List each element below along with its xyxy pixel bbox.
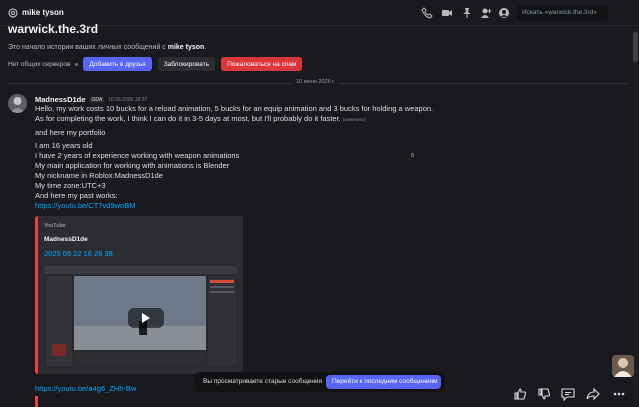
dm-title: mike tyson <box>22 8 64 17</box>
message-timestamp: 10.06.2026 18:37 <box>108 96 148 103</box>
intro-prefix: Это начало истории ваших личных сообщени… <box>8 44 168 51</box>
dislike-icon[interactable] <box>537 387 551 401</box>
intro-suffix: . <box>204 44 207 51</box>
phone-icon[interactable] <box>421 7 433 19</box>
like-icon[interactable] <box>513 387 527 401</box>
date-divider-label: 10 июня 2026 г. <box>292 79 340 85</box>
share-icon[interactable] <box>586 387 600 401</box>
more-icon[interactable] <box>612 387 626 401</box>
scrollbar-thumb[interactable] <box>633 32 638 62</box>
add-friend-button[interactable]: Добавить в друзья <box>83 57 152 71</box>
intro-actions: Нет общих серверов Добавить в друзья Заб… <box>8 57 308 71</box>
pin-icon[interactable] <box>461 7 473 19</box>
old-messages-text: Вы просматриваете старые сообщения <box>203 378 323 385</box>
message-line: I am 16 years old <box>35 141 93 150</box>
edited-label: (изменено) <box>342 117 366 122</box>
user-image-icon <box>612 355 634 377</box>
embed-author[interactable]: MadnessD1de <box>44 236 88 243</box>
video-thumbnail[interactable] <box>44 266 238 368</box>
separator-dot <box>75 62 79 66</box>
message-line-text: As for completing the work, I think I ca… <box>35 114 341 123</box>
no-mutual-servers: Нет общих серверов <box>8 60 71 68</box>
channel-name: warwick.the.3rd <box>8 22 99 36</box>
youtube-link[interactable]: https://youtu.be/CT7vd9woBM <box>35 201 435 210</box>
video-icon[interactable] <box>441 7 453 19</box>
message-line: My nickname in Roblox:MadnessD1de <box>35 171 163 180</box>
play-icon[interactable] <box>128 308 164 328</box>
guild-tag[interactable]: GDA <box>89 96 105 103</box>
avatar-image-icon <box>8 94 27 113</box>
report-spam-button[interactable]: Пожаловаться на спам <box>221 57 303 71</box>
jump-to-present-button[interactable]: Перейти к последним сообщениям <box>326 375 441 389</box>
message: MadnessD1de GDA 10.06.2026 18:37 Hello, … <box>35 95 435 210</box>
message-line: I have 2 years of experience working wit… <box>35 151 240 160</box>
embed-provider: YouTube <box>44 223 66 229</box>
at-icon <box>8 8 18 18</box>
avatar[interactable] <box>8 94 27 113</box>
intro-text: Это начало истории ваших личных сообщени… <box>8 44 206 51</box>
message-header: MadnessD1de GDA 10.06.2026 18:37 <box>35 95 435 104</box>
search-input[interactable]: Искать «warwick.the.3rd» <box>517 5 608 21</box>
youtube-link[interactable]: https://youtu.be/a4g6_ZHh-Bw <box>35 384 136 393</box>
message-line: My main application for working with ani… <box>35 161 230 170</box>
side-number: 8 <box>411 153 414 159</box>
comment-icon[interactable] <box>561 387 575 401</box>
old-messages-bar: Вы просматриваете старые сообщения Перей… <box>195 372 445 392</box>
floating-avatar[interactable] <box>612 355 634 377</box>
message-line: And here my past works: <box>35 191 118 200</box>
add-friend-icon[interactable] <box>480 7 492 19</box>
message-line: Hello, my work costs 10 bucks for a relo… <box>35 104 434 113</box>
scrollbar-track[interactable] <box>633 28 638 407</box>
profile-icon[interactable] <box>498 7 510 19</box>
embed-accent-bar <box>35 396 38 407</box>
embed-title[interactable]: 2025 06 22 16 26 38 <box>44 249 113 258</box>
message-line: and here my portfolio <box>35 128 106 137</box>
youtube-embed: YouTube MadnessD1de 2025 06 22 16 26 38 <box>35 216 243 374</box>
intro-user: mike tyson <box>167 44 205 51</box>
message-line: As for completing the work, I think I ca… <box>35 114 435 125</box>
block-button[interactable]: Заблокировать <box>157 57 216 71</box>
message-line: My time zone:UTC+3 <box>35 181 106 190</box>
message-author[interactable]: MadnessD1de <box>35 95 85 104</box>
